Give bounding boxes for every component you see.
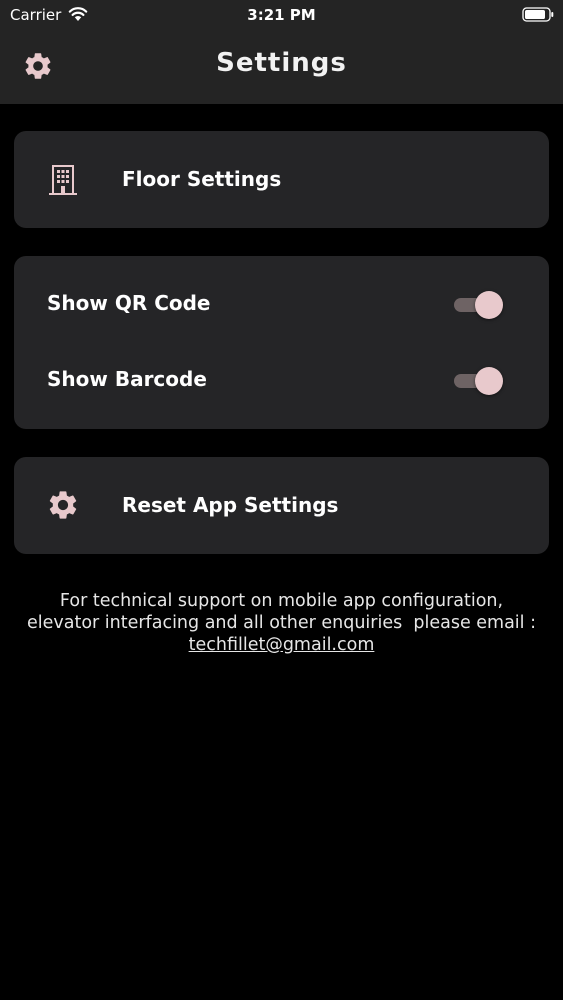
support-line-1: For technical support on mobile app conf… xyxy=(59,591,504,611)
show-qr-code-toggle[interactable] xyxy=(454,291,503,319)
support-line-2: elevator interfacing and all other enqui… xyxy=(26,613,536,633)
show-qr-code-row: Show QR Code xyxy=(14,285,549,325)
show-barcode-label: Show Barcode xyxy=(47,367,207,391)
building-icon xyxy=(49,165,77,195)
show-barcode-row: Show Barcode xyxy=(14,361,549,401)
gear-icon xyxy=(49,491,77,519)
floor-settings-button[interactable]: Floor Settings xyxy=(14,131,549,228)
switch-thumb xyxy=(475,367,503,395)
reset-app-settings-label: Reset App Settings xyxy=(122,493,339,517)
reset-app-settings-button[interactable]: Reset App Settings xyxy=(14,457,549,554)
navigation-bar: Settings xyxy=(0,30,563,104)
show-qr-code-label: Show QR Code xyxy=(47,291,211,315)
show-barcode-toggle[interactable] xyxy=(454,367,503,395)
status-time: 3:21 PM xyxy=(247,6,316,24)
support-email-link[interactable]: techfillet@gmail.com xyxy=(189,635,375,655)
floor-settings-label: Floor Settings xyxy=(122,167,282,191)
support-text: For technical support on mobile app conf… xyxy=(0,590,563,656)
switch-thumb xyxy=(475,291,503,319)
display-options-card: Show QR Code Show Barcode xyxy=(14,256,549,429)
battery-icon xyxy=(522,7,554,22)
page-title: Settings xyxy=(216,48,347,78)
status-bar: Carrier 3:21 PM xyxy=(0,0,563,30)
